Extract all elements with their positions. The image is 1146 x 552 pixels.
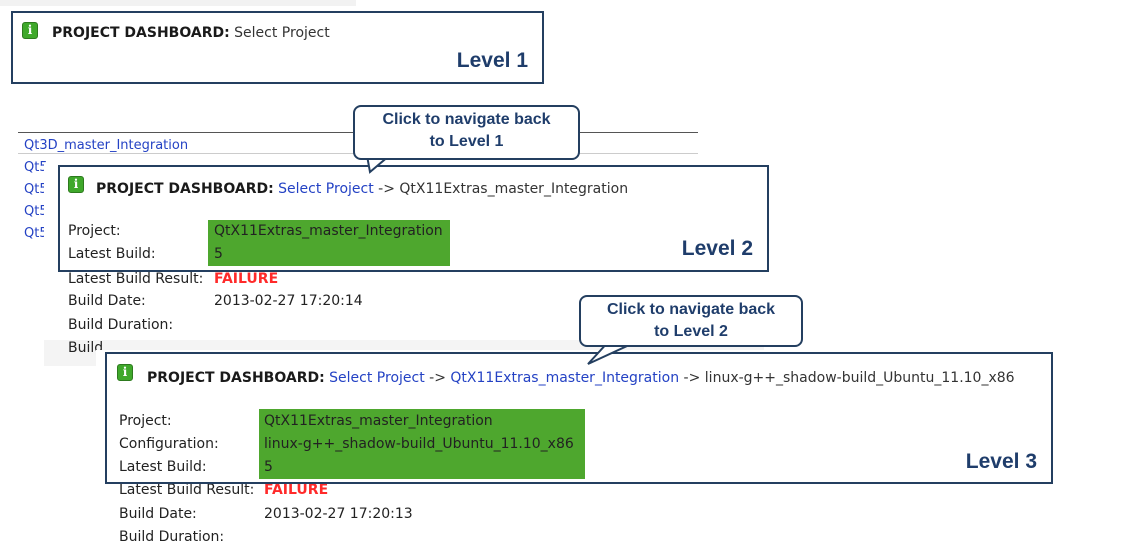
dashboard-title: PROJECT DASHBOARD: (52, 25, 230, 41)
level2-header: PROJECT DASHBOARD: Select Project -> QtX… (96, 181, 628, 197)
breadcrumb-arrow: -> (429, 370, 446, 386)
project-link-qt3d[interactable]: Qt3D_master_Integration (24, 138, 188, 153)
breadcrumb-select-project-link[interactable]: Select Project (278, 181, 374, 197)
callout-line: Click to navigate back (606, 301, 776, 318)
configuration-value: linux-g++_shadow-build_Ubuntu_11.10_x86 (264, 436, 574, 452)
project-label: Project: (119, 413, 172, 429)
callout-line: to Level 2 (654, 323, 728, 340)
level1-frame: i PROJECT DASHBOARD: Select Project Leve… (11, 11, 544, 84)
build-date-value: 2013-02-27 17:20:14 (214, 293, 363, 309)
info-icon: i (68, 176, 84, 193)
dashboard-title: PROJECT DASHBOARD: (147, 370, 325, 386)
latest-build-label: Latest Build: (68, 246, 156, 262)
callout-back-to-level1: Click to navigate back to Level 1 (353, 105, 580, 160)
latest-result-label: Latest Build Result: (68, 271, 204, 287)
callout-line: Click to navigate back (382, 111, 551, 128)
latest-build-label: Latest Build: (119, 459, 207, 475)
level-label: Level 1 (456, 49, 528, 72)
breadcrumb-select-project-link[interactable]: Select Project (329, 370, 425, 386)
latest-result-label: Latest Build Result: (119, 482, 255, 498)
level1-header: PROJECT DASHBOARD: Select Project (52, 25, 330, 41)
latest-result-value: FAILURE (264, 482, 329, 498)
info-icon: i (117, 364, 133, 381)
level1-page (0, 0, 356, 6)
info-icon: i (22, 22, 38, 39)
latest-build-value: 5 (264, 459, 273, 475)
build-duration-label: Build Duration: (68, 317, 174, 333)
callout-line: to Level 1 (429, 133, 504, 150)
breadcrumb-configuration: linux-g++_shadow-build_Ubuntu_11.10_x86 (704, 370, 1015, 386)
build-duration-label: Build Duration: (119, 529, 225, 545)
project-value: QtX11Extras_master_Integration (264, 413, 493, 429)
callout-back-to-level2: Click to navigate back to Level 2 (579, 295, 803, 347)
level-label: Level 3 (965, 450, 1037, 473)
project-label: Project: (68, 223, 121, 239)
configuration-label: Configuration: (119, 436, 219, 452)
breadcrumb-arrow: -> (378, 181, 395, 197)
build-date-label: Build Date: (119, 506, 197, 522)
latest-result-value: FAILURE (214, 271, 279, 287)
breadcrumb-arrow: -> (683, 370, 701, 386)
build-date-value: 2013-02-27 17:20:13 (264, 506, 413, 522)
level3-header: PROJECT DASHBOARD: Select Project -> QtX… (147, 370, 1015, 386)
level2-frame: i PROJECT DASHBOARD: Select Project -> Q… (58, 165, 769, 272)
breadcrumb-select-project: Select Project (234, 25, 330, 41)
build-date-label: Build Date: (68, 293, 146, 309)
level3-frame: i PROJECT DASHBOARD: Select Project -> Q… (105, 352, 1053, 484)
latest-build-value: 5 (214, 246, 223, 262)
breadcrumb-project-link[interactable]: QtX11Extras_master_Integration (450, 370, 679, 386)
breadcrumb-project: QtX11Extras_master_Integration (399, 181, 629, 197)
level-label: Level 2 (681, 237, 753, 260)
project-value: QtX11Extras_master_Integration (214, 223, 443, 239)
dashboard-title: PROJECT DASHBOARD: (96, 181, 274, 197)
